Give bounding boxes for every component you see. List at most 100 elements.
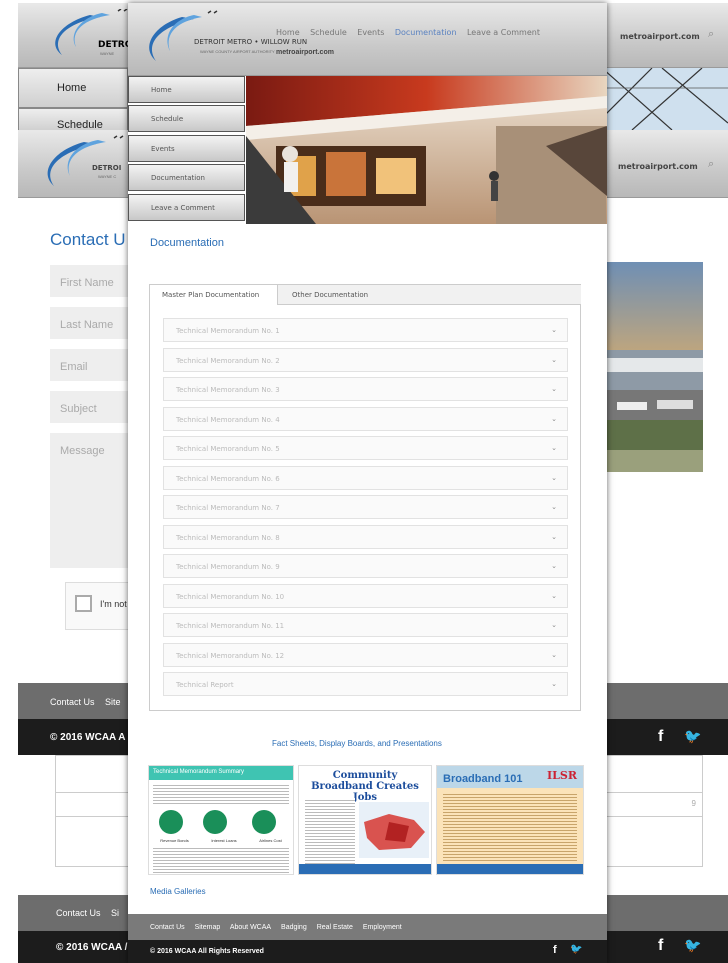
- chevron-down-icon[interactable]: ⌄: [551, 592, 557, 600]
- thumb-broadband-jobs[interactable]: Community Broadband Creates Jobs: [298, 765, 432, 875]
- footer-link[interactable]: Contact Us: [56, 908, 101, 918]
- nav-home[interactable]: Home: [276, 28, 300, 37]
- accordion-item-label: Technical Memorandum No. 10: [176, 592, 285, 601]
- side-menu-home[interactable]: Home: [128, 76, 245, 103]
- footer-link-sitemap[interactable]: Sitemap: [195, 924, 221, 931]
- chevron-down-icon[interactable]: ⌄: [551, 680, 557, 688]
- chevron-down-icon[interactable]: ⌄: [551, 415, 557, 423]
- footer-link-about[interactable]: About WCAA: [230, 924, 271, 931]
- thumb-tech-memo[interactable]: Technical Memorandum Summary Revenue Bon…: [148, 765, 294, 875]
- captcha-checkbox[interactable]: [75, 595, 92, 612]
- accordion-item-label: Technical Memorandum No. 11: [176, 622, 285, 630]
- accordion-item[interactable]: Technical Memorandum No. 3 ⌄: [163, 377, 568, 401]
- logo-text: DETROI: [92, 164, 122, 172]
- nav-leave-comment[interactable]: Leave a Comment: [467, 28, 540, 37]
- site-label[interactable]: metroairport.com: [276, 49, 334, 56]
- subject-field[interactable]: Subject: [50, 391, 130, 423]
- footer-link[interactable]: Contact Us: [50, 697, 95, 707]
- last-name-field[interactable]: Last Name: [50, 307, 130, 339]
- facebook-icon[interactable]: f: [553, 944, 557, 956]
- accordion-item[interactable]: Technical Memorandum No. 8 ⌄: [163, 524, 568, 549]
- accordion-item[interactable]: Technical Memorandum No. 11 ⌄: [163, 613, 568, 637]
- thumb3-title: Broadband 101: [443, 773, 523, 785]
- accordion-item-label: Technical Memorandum No. 7: [176, 504, 280, 512]
- accordion-item-label: Technical Memorandum No. 8: [176, 533, 280, 542]
- accordion-item-label: Technical Memorandum No. 9: [176, 563, 280, 571]
- copyright-text: © 2016 WCAA All Rights Reserved: [150, 948, 264, 955]
- nav-documentation[interactable]: Documentation: [395, 28, 457, 37]
- footer-link[interactable]: Site: [105, 697, 121, 707]
- accordion-item[interactable]: Technical Memorandum No. 12 ⌄: [163, 642, 568, 667]
- fact-sheets-title: Fact Sheets, Display Boards, and Present…: [272, 739, 442, 748]
- chevron-down-icon[interactable]: ⌄: [551, 503, 557, 511]
- chevron-down-icon[interactable]: ⌄: [551, 621, 557, 629]
- first-name-field[interactable]: First Name: [50, 265, 130, 297]
- thumb3-logo: ILSR: [547, 769, 577, 782]
- thumb1-label: Airlines Cost: [259, 838, 282, 843]
- email-field[interactable]: Email: [50, 349, 130, 381]
- logo-swoosh-icon: DETRO WAYNE: [55, 9, 133, 56]
- chevron-down-icon[interactable]: ⌄: [551, 533, 557, 541]
- side-menu-schedule[interactable]: Schedule: [128, 105, 245, 132]
- accordion-item[interactable]: Technical Memorandum No. 7 ⌄: [163, 495, 568, 519]
- search-icon[interactable]: ⌕: [708, 28, 714, 41]
- accordion-item[interactable]: Technical Memorandum No. 5 ⌄: [163, 436, 568, 460]
- site-label[interactable]: metroairport.com: [620, 32, 700, 41]
- media-galleries-link[interactable]: Media Galleries: [150, 887, 206, 896]
- chevron-down-icon[interactable]: ⌄: [551, 326, 557, 334]
- twitter-icon[interactable]: 🐦: [570, 944, 582, 955]
- page-title: Documentation: [150, 237, 224, 249]
- contact-title: Contact U: [50, 230, 126, 249]
- thumb1-label: Revenue Bonds: [160, 838, 189, 843]
- front-footer-links: Contact Us Sitemap About WCAA Badging Re…: [128, 914, 607, 940]
- tab-master-plan[interactable]: Master Plan Documentation: [150, 285, 278, 305]
- captcha-label: I'm not: [100, 599, 127, 609]
- side-menu-events[interactable]: Events: [128, 135, 245, 162]
- footer-link-employment[interactable]: Employment: [363, 924, 402, 931]
- tab-other[interactable]: Other Documentation: [278, 285, 581, 305]
- airport-photo: [607, 262, 703, 472]
- footer-link-contact[interactable]: Contact Us: [150, 924, 185, 931]
- accordion-item-label: Technical Memorandum No. 3: [176, 386, 280, 394]
- accordion-item-label: Technical Memorandum No. 12: [176, 651, 285, 660]
- screenshot-root: DETRO WAYNE metroairport.com ⌕ Home Sche…: [0, 0, 728, 963]
- svg-text:WAYNE: WAYNE: [100, 51, 115, 56]
- accordion-item-label: Technical Memorandum No. 5: [176, 445, 280, 453]
- facebook-icon[interactable]: f: [658, 728, 663, 746]
- twitter-icon[interactable]: 🐦: [684, 937, 701, 954]
- search-icon[interactable]: ⌕: [708, 158, 714, 171]
- side-menu-leave-comment[interactable]: Leave a Comment: [128, 194, 245, 221]
- thumb-broadband-101[interactable]: Broadband 101 ILSR: [436, 765, 584, 875]
- accordion-item[interactable]: Technical Report ⌄: [163, 672, 568, 696]
- chevron-down-icon[interactable]: ⌄: [551, 385, 557, 393]
- back-menu-home[interactable]: Home: [18, 68, 128, 108]
- accordion-item[interactable]: Technical Memorandum No. 1 ⌄: [163, 318, 568, 342]
- back-menu-schedule[interactable]: Schedule: [18, 108, 128, 132]
- chevron-down-icon[interactable]: ⌄: [551, 562, 557, 570]
- nav-schedule[interactable]: Schedule: [310, 28, 347, 37]
- chevron-down-icon[interactable]: ⌄: [551, 444, 557, 452]
- thumb1-label: Interest Loans: [211, 838, 237, 843]
- side-menu-documentation[interactable]: Documentation: [128, 164, 245, 191]
- chevron-down-icon[interactable]: ⌄: [551, 474, 557, 482]
- back-header-image: [592, 68, 728, 130]
- accordion-item[interactable]: Technical Memorandum No. 4 ⌄: [163, 406, 568, 431]
- nav-events[interactable]: Events: [357, 28, 384, 37]
- site-label[interactable]: metroairport.com: [618, 162, 698, 171]
- logo-subtext: WAYNE C: [98, 174, 117, 179]
- footer-link-real-estate[interactable]: Real Estate: [317, 924, 353, 931]
- twitter-icon[interactable]: 🐦: [684, 728, 701, 745]
- captcha-box: I'm not: [65, 582, 135, 630]
- footer-link[interactable]: Si: [111, 908, 119, 918]
- accordion-item[interactable]: Technical Memorandum No. 2 ⌄: [163, 347, 568, 372]
- chevron-down-icon[interactable]: ⌄: [551, 356, 557, 364]
- table-number: 9: [691, 799, 696, 808]
- brand-subtext: WAYNE COUNTY AIRPORT AUTHORITY: [200, 49, 275, 54]
- chevron-down-icon[interactable]: ⌄: [551, 651, 557, 659]
- accordion-item[interactable]: Technical Memorandum No. 6 ⌄: [163, 465, 568, 490]
- accordion-item[interactable]: Technical Memorandum No. 10 ⌄: [163, 583, 568, 608]
- accordion-item[interactable]: Technical Memorandum No. 9 ⌄: [163, 554, 568, 578]
- facebook-icon[interactable]: f: [658, 937, 663, 955]
- footer-link-badging[interactable]: Badging: [281, 924, 307, 931]
- message-field[interactable]: Message: [50, 433, 130, 568]
